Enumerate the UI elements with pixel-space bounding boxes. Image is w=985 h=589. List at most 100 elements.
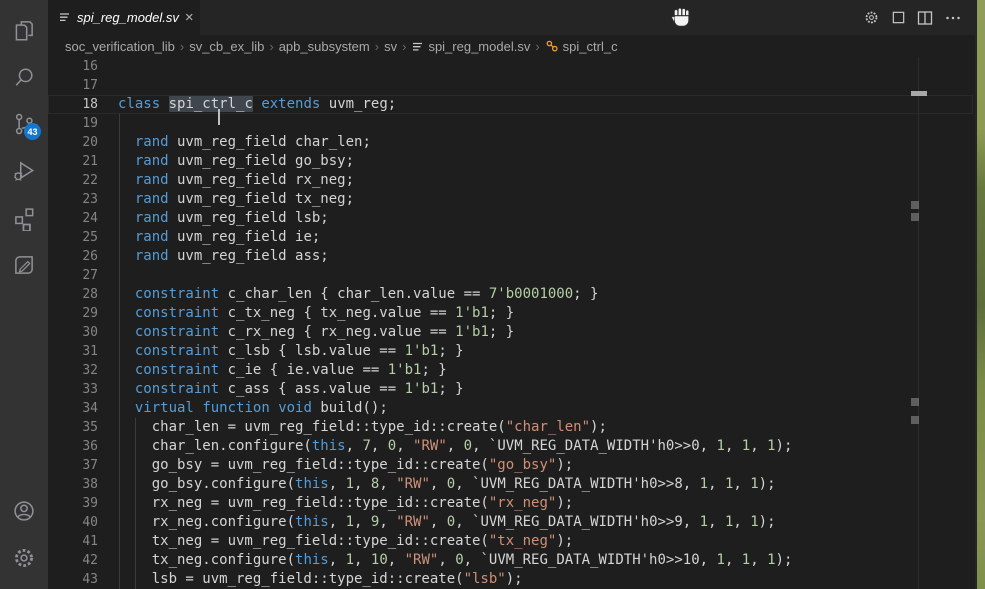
tab-spi-reg-model[interactable]: spi_reg_model.sv ×: [48, 0, 200, 35]
code-line[interactable]: 24 rand uvm_reg_field lsb;: [48, 209, 977, 228]
code-line[interactable]: 23 rand uvm_reg_field tx_neg;: [48, 190, 977, 209]
code-token: uvm_reg_field go_bsy;: [169, 153, 354, 169]
code-line[interactable]: 33 constraint c_ass { ass.value == 1'b1;…: [48, 380, 977, 399]
code-line[interactable]: 26 rand uvm_reg_field ass;: [48, 247, 977, 266]
breadcrumb-item[interactable]: apb_subsystem: [279, 39, 370, 54]
breadcrumb-item[interactable]: soc_verification_lib: [65, 39, 175, 54]
code-line[interactable]: 38 go_bsy.configure(this, 1, 8, "RW", 0,…: [48, 475, 977, 494]
indent-guide: [119, 209, 120, 228]
split-editor-icon[interactable]: [917, 10, 933, 26]
code-token: c_ass { ass.value ==: [219, 381, 404, 397]
code-token: [118, 229, 135, 245]
code-line[interactable]: 29 constraint c_tx_neg { tx_neg.value ==…: [48, 304, 977, 323]
activity-item-pencil-extension[interactable]: [0, 241, 48, 288]
tab-close-icon[interactable]: ×: [185, 10, 194, 25]
activity-item-explorer[interactable]: [0, 6, 48, 53]
square-action-icon[interactable]: [891, 10, 906, 25]
code-token: 1'b1: [455, 305, 489, 321]
breadcrumb-item[interactable]: sv: [384, 39, 397, 54]
line-content: tx_neg.configure(this, 1, 10, "RW", 0, `…: [118, 551, 792, 570]
code-token: ,: [379, 476, 396, 492]
activity-item-settings[interactable]: [0, 534, 48, 581]
indent-guide: [119, 475, 120, 494]
code-token: 1: [700, 476, 708, 492]
activity-bar: 43: [0, 0, 48, 589]
code-token: [118, 343, 135, 359]
breadcrumb-item[interactable]: sv_cb_ex_lib: [189, 39, 264, 54]
line-content: constraint c_ie { ie.value == 1'b1; }: [118, 361, 447, 380]
indent-guide: [119, 361, 120, 380]
code-token: [118, 381, 135, 397]
line-number: 39: [48, 494, 98, 513]
line-number: 32: [48, 361, 98, 380]
line-number: 37: [48, 456, 98, 475]
code-token: ; }: [489, 305, 514, 321]
code-line[interactable]: 34 virtual function void build();: [48, 399, 977, 418]
code-token: ,: [430, 476, 447, 492]
code-line[interactable]: 28 constraint c_char_len { char_len.valu…: [48, 285, 977, 304]
code-token: 0: [447, 476, 455, 492]
source-control-badge: 43: [24, 123, 41, 140]
code-token: rx_neg.configure(: [118, 514, 295, 530]
code-line[interactable]: 32 constraint c_ie { ie.value == 1'b1; }: [48, 361, 977, 380]
code-token: rand: [135, 172, 169, 188]
line-content: rand uvm_reg_field ie;: [118, 228, 320, 247]
code-line[interactable]: 22 rand uvm_reg_field rx_neg;: [48, 171, 977, 190]
breadcrumb-item[interactable]: spi_ctrl_c: [545, 39, 618, 54]
indent-guide: [119, 114, 120, 133]
code-line[interactable]: 25 rand uvm_reg_field ie;: [48, 228, 977, 247]
indent-guide: [135, 532, 136, 551]
activity-item-account[interactable]: [0, 487, 48, 534]
activity-item-search[interactable]: [0, 53, 48, 100]
overview-ruler-occurrence-mark: [911, 416, 919, 424]
code-line[interactable]: 39 rx_neg = uvm_reg_field::type_id::crea…: [48, 494, 977, 513]
line-content: go_bsy = uvm_reg_field::type_id::create(…: [118, 456, 573, 475]
activity-item-source-control[interactable]: 43: [0, 100, 48, 147]
code-token: constraint: [135, 362, 219, 378]
line-content: rand uvm_reg_field lsb;: [118, 209, 329, 228]
code-line[interactable]: 16: [48, 57, 977, 76]
code-token: [118, 305, 135, 321]
code-line[interactable]: 41 tx_neg = uvm_reg_field::type_id::crea…: [48, 532, 977, 551]
code-line[interactable]: 27: [48, 266, 977, 285]
code-line[interactable]: 21 rand uvm_reg_field go_bsy;: [48, 152, 977, 171]
code-line[interactable]: 19: [48, 114, 977, 133]
code-editor[interactable]: 161718class spi_ctrl_c extends uvm_reg;1…: [48, 57, 977, 589]
activity-item-extensions[interactable]: [0, 194, 48, 241]
breadcrumb-label: sv_cb_ex_lib: [189, 39, 264, 54]
code-token: "tx_neg": [489, 533, 556, 549]
code-line[interactable]: 36 char_len.configure(this, 7, 0, "RW", …: [48, 437, 977, 456]
code-line[interactable]: 40 rx_neg.configure(this, 1, 9, "RW", 0,…: [48, 513, 977, 532]
line-number: 36: [48, 437, 98, 456]
line-number: 23: [48, 190, 98, 209]
code-line[interactable]: 43 lsb = uvm_reg_field::type_id::create(…: [48, 570, 977, 589]
code-token: ,: [329, 552, 346, 568]
breadcrumb-item[interactable]: spi_reg_model.sv: [411, 39, 530, 54]
more-actions-icon[interactable]: [944, 9, 962, 27]
line-number: 43: [48, 570, 98, 589]
gear-action-icon[interactable]: [863, 9, 880, 26]
activity-item-run-debug[interactable]: [0, 147, 48, 194]
code-line[interactable]: 17: [48, 76, 977, 95]
code-token: rand: [135, 248, 169, 264]
code-line[interactable]: 18class spi_ctrl_c extends uvm_reg;: [48, 95, 977, 114]
code-token: uvm_reg_field tx_neg;: [169, 191, 354, 207]
code-token: 10: [371, 552, 388, 568]
code-line[interactable]: 35 char_len = uvm_reg_field::type_id::cr…: [48, 418, 977, 437]
code-line[interactable]: 31 constraint c_lsb { lsb.value == 1'b1;…: [48, 342, 977, 361]
code-line[interactable]: 42 tx_neg.configure(this, 1, 10, "RW", 0…: [48, 551, 977, 570]
code-token: );: [776, 552, 793, 568]
code-token: 1: [750, 514, 758, 530]
code-line[interactable]: 20 rand uvm_reg_field char_len;: [48, 133, 977, 152]
line-number: 30: [48, 323, 98, 342]
code-line[interactable]: 30 constraint c_rx_neg { rx_neg.value ==…: [48, 323, 977, 342]
code-token: 1: [742, 552, 750, 568]
code-token: "go_bsy": [489, 457, 556, 473]
indent-guide: [119, 494, 120, 513]
account-icon: [11, 498, 37, 524]
line-content: rx_neg.configure(this, 1, 9, "RW", 0, `U…: [118, 513, 776, 532]
code-token: uvm_reg_field char_len;: [169, 134, 371, 150]
code-line[interactable]: 37 go_bsy = uvm_reg_field::type_id::crea…: [48, 456, 977, 475]
line-number: 18: [48, 95, 98, 114]
line-content: constraint c_tx_neg { tx_neg.value == 1'…: [118, 304, 514, 323]
